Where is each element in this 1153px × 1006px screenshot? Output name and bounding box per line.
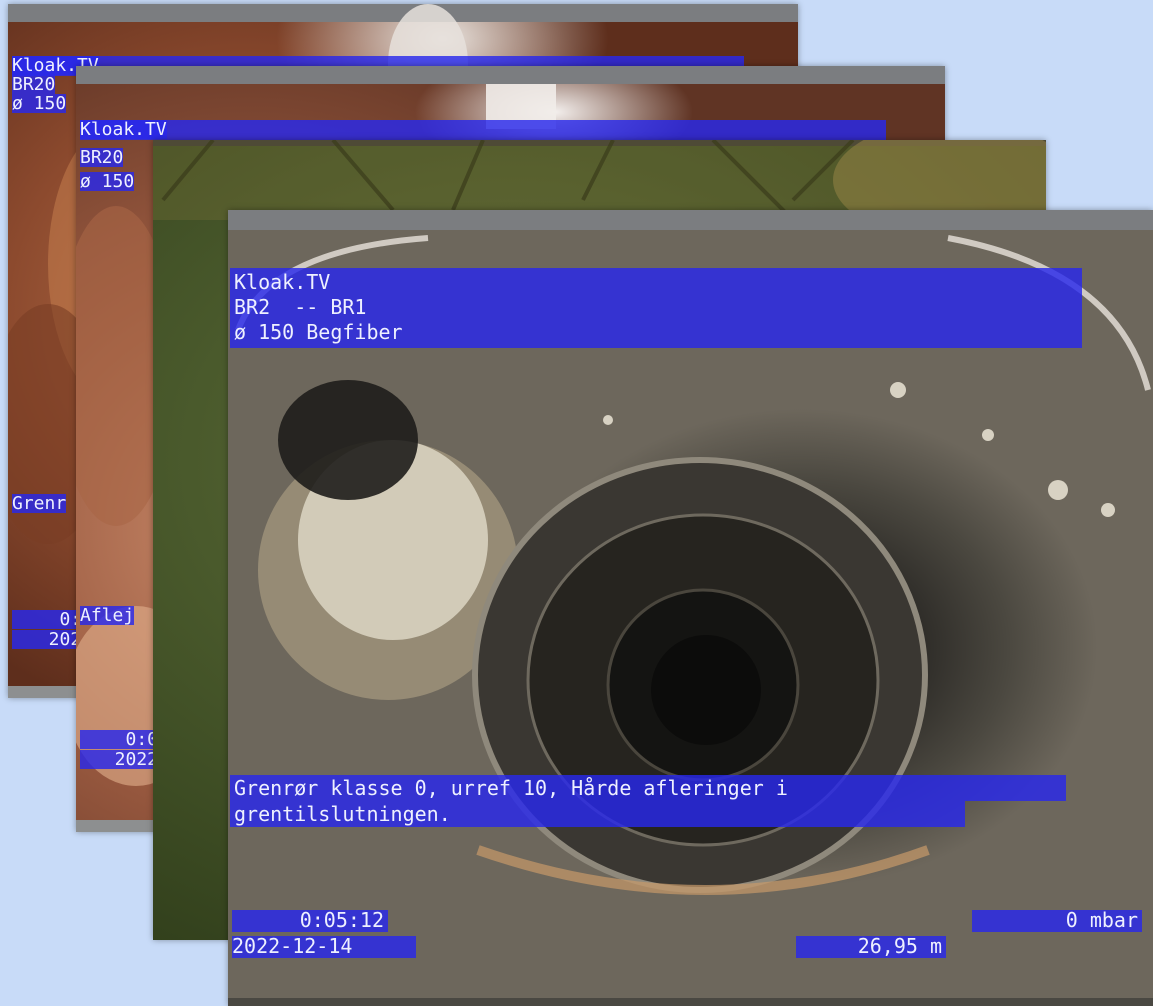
distance-readout: 26,95 m (796, 936, 946, 958)
elapsed-time: 0:0 (80, 730, 158, 749)
elapsed-time: 0:05:12 (232, 910, 388, 932)
pipe-diameter: ø 150 (80, 171, 135, 192)
observation-caption: Aflej (80, 605, 135, 626)
pipe-section: BR20 (12, 74, 56, 95)
frame-top-bar (8, 4, 798, 22)
inspection-date: 2022 (80, 750, 158, 769)
pipe-section: BR2 -- BR1 (234, 295, 367, 319)
inspection-date: 2022-12-14 (232, 936, 416, 958)
video-frame-main[interactable]: Kloak.TV BR2 -- BR1 ø 150 Begfiber Grenr… (228, 210, 1153, 1006)
frame-title: Kloak.TV (234, 270, 331, 294)
frame-title: Kloak.TV (80, 119, 167, 140)
observation-caption: Grenr (12, 493, 67, 514)
pipe-section: BR20 (80, 147, 124, 168)
observation-caption-line-2: grentilslutningen. (234, 802, 451, 826)
frame-top-bar (153, 140, 1046, 146)
frame-top-bar (228, 210, 1153, 230)
pipe-diameter: ø 150 (12, 93, 67, 114)
pressure-readout: 0 mbar (972, 910, 1142, 932)
frame-bottom-bar (228, 998, 1153, 1006)
frame-top-bar (76, 66, 945, 84)
pipe-diameter: ø 150 Begfiber (234, 320, 403, 344)
observation-caption-line-1: Grenrør klasse 0, urref 10, Hårde afleri… (234, 776, 788, 800)
